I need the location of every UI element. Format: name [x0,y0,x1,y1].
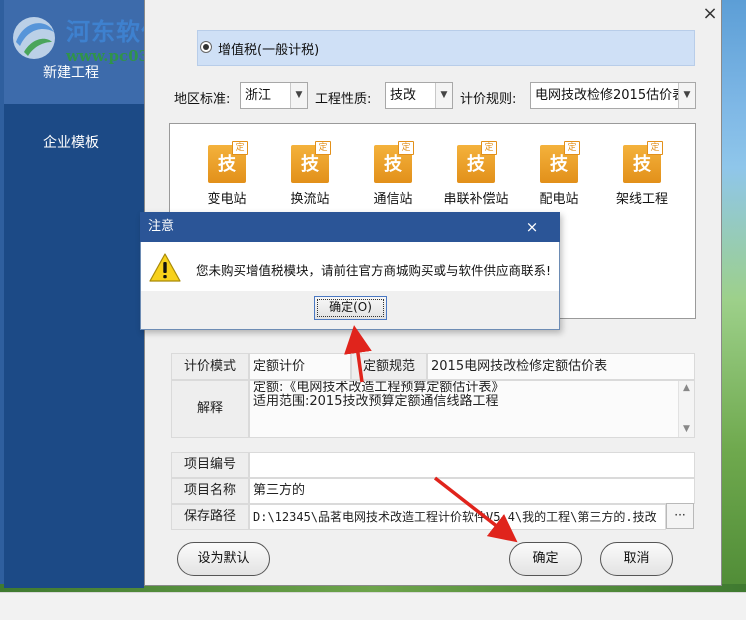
annotation-arrows [344,325,518,543]
arrow-to-confirm [433,476,518,543]
arrow-to-alert-ok [344,325,372,383]
